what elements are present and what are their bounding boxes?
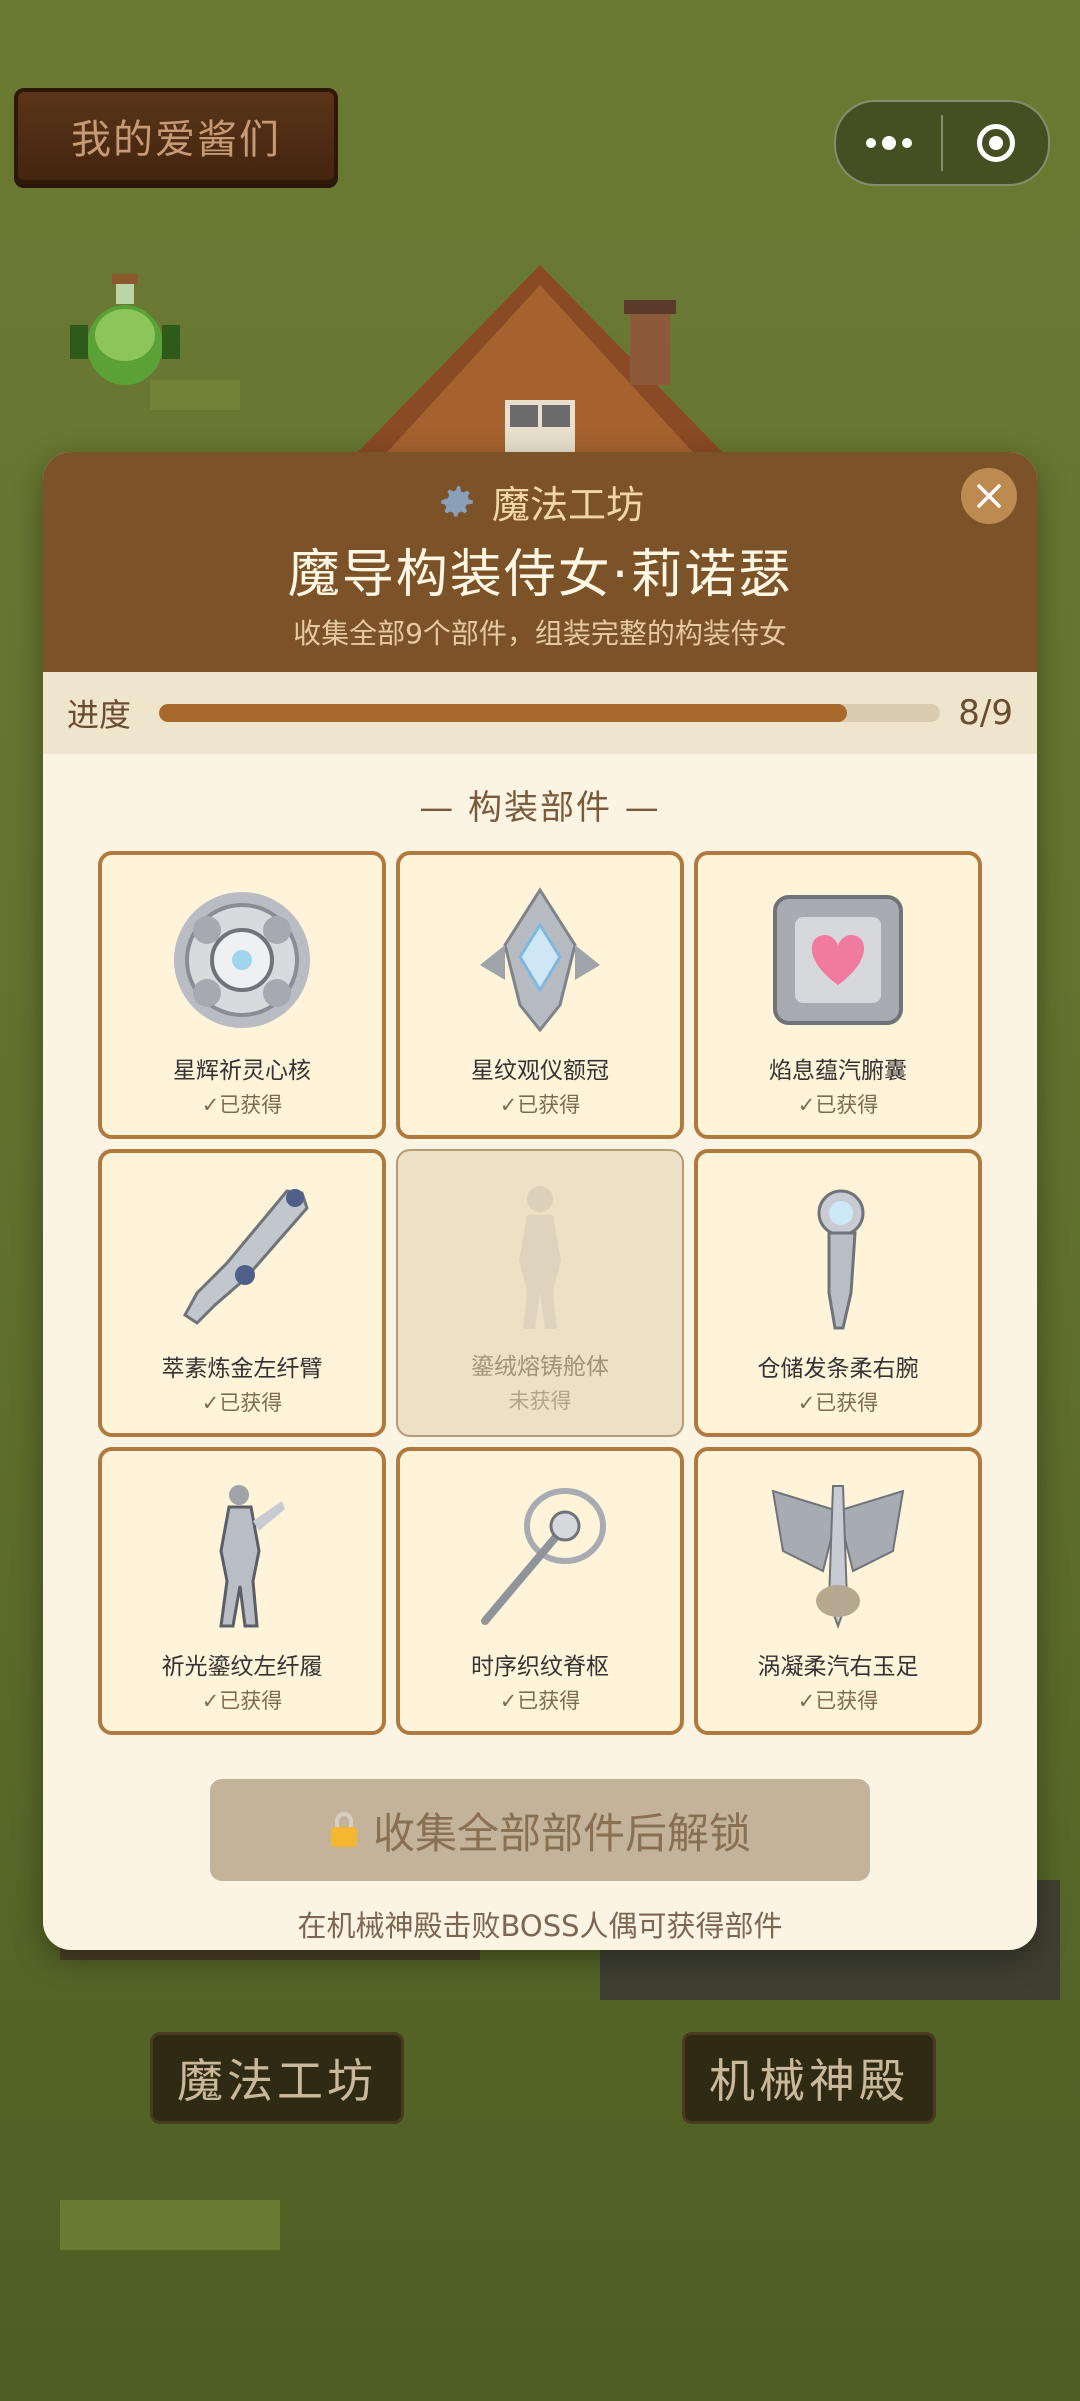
part-card-locked[interactable]: 鎏绒熔铸舱体 未获得	[396, 1149, 684, 1437]
mini-program-capsule	[834, 100, 1050, 186]
unlock-label: 收集全部部件后解锁	[372, 1808, 751, 1858]
part-name: 萃素炼金左纤臂	[161, 1356, 323, 1382]
wing-foot-icon	[771, 1485, 905, 1629]
part-card[interactable]: 时序织纹脊枢 ✓已获得	[396, 1447, 684, 1735]
part-status: ✓已获得	[201, 1689, 283, 1713]
mech-temple-label: 机械神殿	[709, 2054, 909, 2108]
modal-description: 收集全部9个部件，组装完整的构装侍女	[293, 617, 787, 650]
progress-label: 进度	[67, 696, 132, 734]
close-icon	[977, 484, 1001, 508]
part-status: ✓已获得	[499, 1689, 581, 1713]
more-button[interactable]	[836, 102, 941, 184]
modal-subtitle-row: 魔法工坊	[43, 474, 1037, 529]
heart-box-icon	[773, 895, 903, 1025]
potion-icon	[70, 274, 180, 385]
part-card[interactable]: 仓储发条柔右腕 ✓已获得	[694, 1149, 982, 1437]
part-status: ✓已获得	[797, 1093, 879, 1117]
target-icon	[976, 124, 1015, 162]
gear-icon	[441, 485, 473, 517]
part-name: 仓储发条柔右腕	[757, 1356, 919, 1382]
part-name: 涡凝柔汽右玉足	[757, 1654, 919, 1680]
part-name: 星辉祈灵心核	[173, 1058, 311, 1084]
core-icon	[174, 892, 310, 1028]
lock-icon	[330, 1812, 357, 1847]
modal-header: 魔法工坊 魔导构装侍女·莉诺瑟 收集全部9个部件，组装完整的构装侍女	[43, 452, 1037, 672]
unlock-button[interactable]: 收集全部部件后解锁	[210, 1779, 870, 1881]
my-dolls-label: 我的爱酱们	[71, 117, 281, 163]
part-card[interactable]: 涡凝柔汽右玉足 ✓已获得	[694, 1447, 982, 1735]
wrist-icon	[817, 1189, 865, 1330]
progress-row: 进度 8/9	[43, 672, 1037, 754]
collection-modal: 魔法工坊 魔导构装侍女·莉诺瑟 收集全部9个部件，组装完整的构装侍女 进度 8/…	[43, 452, 1037, 1950]
grass-patch	[60, 2200, 280, 2250]
leg-icon	[219, 1485, 285, 1628]
part-status: ✓已获得	[499, 1093, 581, 1117]
modal-subtitle: 魔法工坊	[491, 483, 644, 527]
close-button[interactable]	[961, 468, 1017, 524]
my-dolls-sign-button[interactable]: 我的爱酱们	[14, 88, 338, 184]
close-program-button[interactable]	[943, 102, 1048, 184]
part-status: ✓已获得	[201, 1391, 283, 1415]
arm-icon	[183, 1189, 309, 1325]
part-name: 星纹观仪额冠	[471, 1058, 609, 1084]
body-icon	[519, 1186, 561, 1329]
section-title: — 构装部件 —	[419, 788, 661, 828]
part-name: 鎏绒熔铸舱体	[471, 1354, 609, 1380]
spine-icon	[481, 1488, 606, 1625]
magic-workshop-label: 魔法工坊	[177, 2054, 377, 2108]
mech-temple-button[interactable]: 机械神殿	[682, 2032, 936, 2124]
part-status: ✓已获得	[797, 1689, 879, 1713]
progress-fill	[159, 704, 847, 722]
modal-title: 魔导构装侍女·莉诺瑟	[287, 545, 793, 605]
part-card[interactable]: 星纹观仪额冠 ✓已获得	[396, 851, 684, 1139]
part-status: ✓已获得	[201, 1093, 283, 1117]
part-card[interactable]: 萃素炼金左纤臂 ✓已获得	[98, 1149, 386, 1437]
cottage-icon	[350, 265, 730, 460]
part-status: 未获得	[508, 1389, 572, 1413]
crown-icon	[480, 887, 600, 1033]
magic-workshop-button[interactable]: 魔法工坊	[150, 2032, 404, 2124]
progress-bar	[159, 704, 941, 722]
hint-text: 在机械神殿击败BOSS人偶可获得部件	[297, 1909, 783, 1943]
part-card[interactable]: 焰息蕴汽腑囊 ✓已获得	[694, 851, 982, 1139]
progress-value: 8/9	[958, 693, 1013, 733]
part-name: 祈光鎏纹左纤履	[161, 1654, 323, 1680]
part-card[interactable]: 星辉祈灵心核 ✓已获得	[98, 851, 386, 1139]
part-card[interactable]: 祈光鎏纹左纤履 ✓已获得	[98, 1447, 386, 1735]
part-status: ✓已获得	[797, 1391, 879, 1415]
more-dots-icon	[865, 136, 912, 150]
part-name: 焰息蕴汽腑囊	[769, 1058, 907, 1084]
part-name: 时序织纹脊枢	[471, 1654, 609, 1680]
parts-grid: 星辉祈灵心核 ✓已获得 星纹观仪额冠 ✓已获得 焰息蕴汽腑囊 ✓已获得 萃素炼金…	[43, 851, 1037, 1735]
